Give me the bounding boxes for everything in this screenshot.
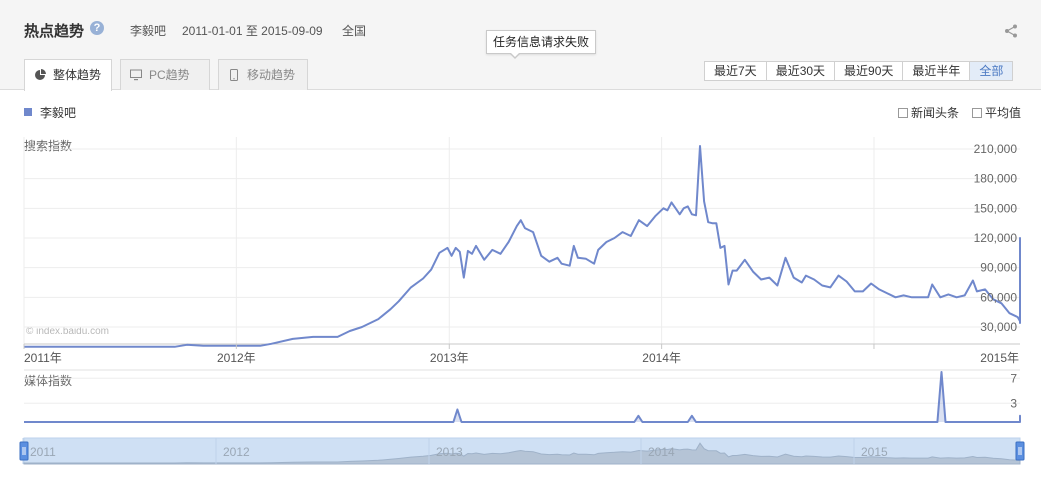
y-tick-label: 180,000: [974, 172, 1018, 186]
x-tick-label: 2012年: [217, 351, 256, 365]
tab-mobile-trend[interactable]: 移动趋势: [218, 59, 308, 90]
navigator-background: [23, 437, 1021, 465]
y-tick-label: 30,000: [980, 320, 1017, 334]
average-toggle[interactable]: 平均值: [972, 104, 1021, 121]
media-index-series: [24, 371, 1021, 423]
x-tick-label: 2011年: [24, 351, 62, 365]
navigator-year-label: 2015: [861, 445, 888, 459]
search-index-line: [24, 145, 1021, 348]
watermark: © index.baidu.com: [26, 326, 109, 337]
y-tick-label: 90,000: [980, 261, 1017, 275]
navigator-sparkline: [23, 442, 1021, 465]
tab-label: PC趋势: [149, 68, 190, 82]
time-range-selector: 最近7天 最近30天 最近90天 最近半年 全部: [704, 61, 1014, 81]
media-index-area: [24, 372, 1020, 422]
navigator-year-label: 2014: [648, 445, 675, 459]
y-tick-label: 60,000: [980, 290, 1017, 304]
y-tick-label: 120,000: [974, 231, 1018, 245]
navigator-year-label: 2013: [436, 445, 463, 459]
y-tick-label: 150,000: [974, 201, 1018, 215]
page-title: 热点趋势: [24, 23, 85, 40]
news-headlines-label: 新闻头条: [911, 106, 960, 120]
navigator-year-label: 2011: [30, 445, 56, 459]
phone-icon: [230, 69, 238, 81]
legend-series-label: 李毅吧: [40, 106, 77, 120]
average-checkbox[interactable]: [972, 108, 982, 118]
search-index-grid: [23, 137, 1020, 345]
navigator-left-handle[interactable]: [19, 441, 29, 461]
x-tick-label: 2015年: [980, 351, 1019, 365]
x-tick-label: 2013年: [430, 351, 469, 365]
media-y-tick-label: 7: [1010, 371, 1017, 385]
question-icon[interactable]: ?: [90, 21, 104, 35]
search-index-axis: 30,000 60,000 90,000 120,000 150,000 180,000 2…: [23, 142, 1019, 365]
y-tick-label: 210,000: [974, 142, 1018, 156]
tab-label: 整体趋势: [53, 68, 102, 82]
navigator-year-label: 2012: [223, 445, 250, 459]
range-30-days-button[interactable]: 最近30天: [766, 62, 836, 80]
tab-overall-trend[interactable]: 整体趋势: [24, 59, 112, 91]
search-index-title: 搜索指数: [24, 138, 72, 153]
media-y-tick-label: 3: [1010, 396, 1017, 410]
date-range-label: 2011-01-01 至 2015-09-09: [182, 24, 323, 38]
range-all-button[interactable]: 全部: [970, 62, 1013, 80]
monitor-icon: [130, 69, 142, 81]
news-headlines-toggle[interactable]: 新闻头条: [898, 104, 959, 121]
range-half-year-button[interactable]: 最近半年: [903, 62, 971, 80]
legend-swatch: [24, 108, 32, 116]
tab-label: 移动趋势: [247, 68, 296, 82]
handle-grip: [19, 441, 29, 461]
chart-legend[interactable]: 李毅吧: [24, 104, 76, 121]
region-label: 全国: [342, 24, 367, 38]
media-index-grid: 37: [24, 369, 1020, 410]
average-label: 平均值: [985, 106, 1022, 120]
error-tooltip: 任务信息请求失败: [486, 30, 597, 54]
media-index-line: [24, 371, 1021, 423]
media-index-title: 媒体指数: [24, 373, 72, 388]
range-7-days-button[interactable]: 最近7天: [705, 62, 767, 80]
news-headlines-checkbox[interactable]: [898, 108, 908, 118]
keyword-label: 李毅吧: [130, 24, 167, 38]
share-icon[interactable]: [1004, 24, 1018, 38]
search-index-series: [24, 145, 1021, 348]
pie-chart-icon: [35, 69, 46, 80]
tab-pc-trend[interactable]: PC趋势: [120, 59, 210, 90]
range-90-days-button[interactable]: 最近90天: [835, 62, 904, 80]
handle-grip: [1015, 441, 1025, 461]
x-tick-label: 2014年: [642, 351, 681, 365]
range-overview-navigator[interactable]: 2011 2012 2013 2014 2015: [19, 437, 1025, 465]
tooltip-arrow-inner: [510, 52, 520, 57]
navigator-right-handle[interactable]: [1015, 441, 1025, 461]
